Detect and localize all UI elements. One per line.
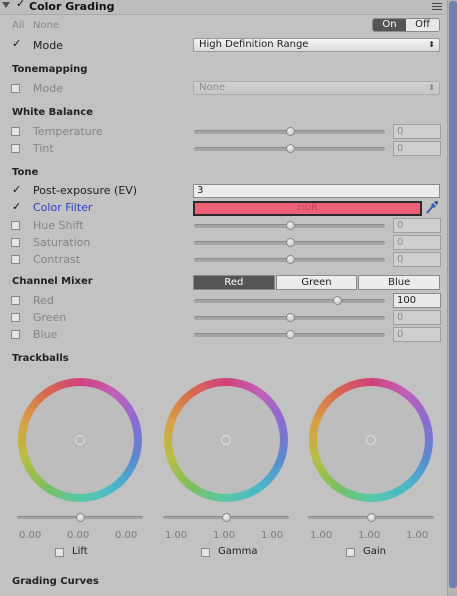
grading-curves-section-title: Grading Curves (12, 576, 99, 587)
tone-hue-shift-label: Hue Shift (33, 219, 84, 232)
component-title: Color Grading (29, 0, 115, 13)
tonemapping-mode-dropdown[interactable]: None ⬍ (193, 81, 440, 95)
channel-mixer-section-title: Channel Mixer (12, 276, 93, 287)
mode-dropdown-value: High Definition Range (199, 39, 309, 50)
white-balance-temperature-value-field[interactable]: 0 (393, 124, 441, 139)
white-balance-temperature-checkbox[interactable] (11, 127, 20, 136)
on-off-toggle[interactable]: On Off (372, 18, 440, 32)
trackball-gain-value-b: 1.00 (406, 530, 429, 541)
trackball-lift-cursor-icon[interactable] (75, 435, 85, 445)
white-balance-temperature-slider-knob[interactable] (285, 127, 295, 136)
tone-contrast-value-field[interactable]: 0 (393, 252, 441, 267)
tab-green[interactable]: Green (275, 275, 358, 290)
channel-mixer-green-label: Green (33, 311, 67, 324)
color-filter-label: Color Filter (33, 201, 93, 214)
trackball-lift-checkbox[interactable] (55, 548, 64, 557)
tone-hue-shift-slider-knob[interactable] (285, 221, 295, 230)
tone-saturation-value-field[interactable]: 0 (393, 235, 441, 250)
tone-contrast-slider-knob[interactable] (285, 255, 295, 264)
select-none-link[interactable]: None (33, 20, 59, 31)
trackball-gain-checkbox[interactable] (346, 548, 355, 557)
trackball-gain-label: Gain (363, 546, 386, 557)
mode-label: Mode (33, 39, 63, 52)
tab-red[interactable]: Red (193, 275, 275, 290)
white-balance-tint-slider-knob[interactable] (285, 144, 295, 153)
trackball-gamma-value-g: 1.00 (213, 530, 236, 541)
channel-mixer-red-label: Red (33, 294, 54, 307)
tone-hue-shift-value-field[interactable]: 0 (393, 218, 441, 233)
trackball-lift-value-b: 0.00 (115, 530, 138, 541)
channel-mixer-blue-label: Blue (33, 328, 58, 341)
tone-saturation-label: Saturation (33, 236, 91, 249)
white-balance-temperature-label: Temperature (33, 125, 103, 138)
channel-mixer-red-slider-track[interactable] (194, 299, 385, 303)
select-all-link[interactable]: All (12, 20, 24, 31)
white-balance-section-title: White Balance (12, 107, 93, 118)
channel-mixer-red-value-field[interactable]: 100 (393, 293, 441, 308)
tonemapping-mode-checkbox[interactable] (11, 84, 20, 93)
trackballs-section-title: Trackballs (12, 353, 69, 364)
trackball-lift-value-g: 0.00 (67, 530, 90, 541)
tonemapping-mode-label: Mode (33, 82, 63, 95)
color-filter-swatch[interactable]: HDR (193, 201, 422, 216)
post-exposure-checkbox[interactable] (11, 183, 21, 196)
tab-blue[interactable]: Blue (358, 275, 441, 290)
component-enabled-checkbox[interactable] (15, 0, 25, 10)
trackball-gamma-value-r: 1.00 (165, 530, 188, 541)
dropdown-arrow-icon: ⬍ (428, 83, 435, 92)
post-exposure-label: Post-exposure (EV) (33, 184, 138, 197)
channel-mixer-red-checkbox[interactable] (11, 296, 20, 305)
dropdown-arrow-icon: ⬍ (428, 40, 435, 49)
channel-mixer-red-slider-knob[interactable] (333, 296, 343, 305)
eyedropper-icon[interactable] (425, 200, 439, 215)
white-balance-tint-label: Tint (33, 142, 54, 155)
collapse-arrow-icon[interactable] (2, 2, 10, 8)
trackball-gain-cursor-icon[interactable] (366, 435, 376, 445)
tonemapping-mode-value: None (199, 82, 226, 93)
mode-dropdown[interactable]: High Definition Range ⬍ (193, 38, 440, 52)
vertical-scrollbar[interactable] (447, 0, 457, 596)
white-balance-tint-value-field[interactable]: 0 (393, 141, 441, 156)
trackball-gamma-cursor-icon[interactable] (221, 435, 231, 445)
scrollbar-thumb[interactable] (449, 1, 457, 588)
context-menu-icon[interactable] (432, 1, 442, 11)
white-balance-tint-checkbox[interactable] (11, 144, 20, 153)
channel-mixer-blue-value-field[interactable]: 0 (393, 327, 441, 342)
trackball-gamma-checkbox[interactable] (201, 548, 210, 557)
tone-hue-shift-checkbox[interactable] (11, 221, 20, 230)
toggle-on-button[interactable]: On (373, 19, 406, 31)
post-exposure-field[interactable]: 3 (193, 184, 440, 198)
channel-mixer-tabs[interactable]: Red Green Blue (193, 275, 441, 290)
tone-contrast-label: Contrast (33, 253, 81, 266)
channel-mixer-green-value-field[interactable]: 0 (393, 310, 441, 325)
tone-contrast-checkbox[interactable] (11, 255, 20, 264)
color-filter-checkbox[interactable] (11, 200, 21, 213)
tone-saturation-checkbox[interactable] (11, 238, 20, 247)
mode-override-checkbox[interactable] (11, 37, 21, 50)
trackball-gamma-label: Gamma (218, 546, 258, 557)
tone-section-title: Tone (12, 167, 39, 178)
trackball-lift-slider-knob[interactable] (76, 513, 85, 522)
trackball-gamma-slider-knob[interactable] (222, 513, 231, 522)
trackball-gain-slider-knob[interactable] (367, 513, 376, 522)
channel-mixer-green-checkbox[interactable] (11, 313, 20, 322)
trackball-gain-value-g: 1.00 (358, 530, 381, 541)
tone-saturation-slider-knob[interactable] (285, 238, 295, 247)
channel-mixer-blue-slider-knob[interactable] (285, 330, 295, 339)
trackball-lift-label: Lift (72, 546, 88, 557)
trackball-gain-value-r: 1.00 (310, 530, 333, 541)
trackball-lift-value-r: 0.00 (19, 530, 42, 541)
tonemapping-section-title: Tonemapping (12, 64, 88, 75)
trackball-gamma-value-b: 1.00 (261, 530, 284, 541)
channel-mixer-blue-checkbox[interactable] (11, 330, 20, 339)
toggle-off-button[interactable]: Off (406, 19, 439, 31)
component-header[interactable]: Color Grading (0, 0, 446, 15)
channel-mixer-green-slider-knob[interactable] (285, 313, 295, 322)
